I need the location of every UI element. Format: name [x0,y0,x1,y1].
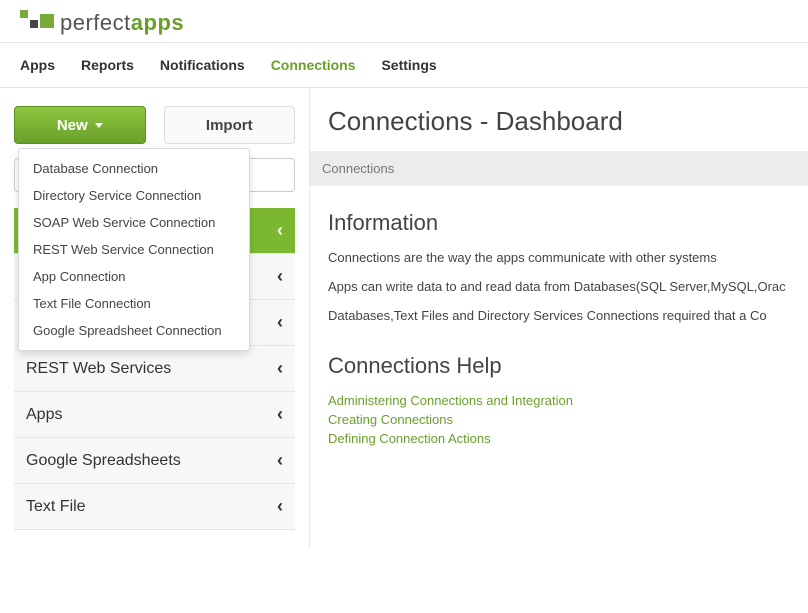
sidebar: New Import Database Connection Directory… [0,88,310,548]
help-link-creating[interactable]: Creating Connections [328,412,790,427]
dropdown-item-app[interactable]: App Connection [19,263,249,290]
new-button[interactable]: New [14,106,146,144]
help-links: Administering Connections and Integratio… [328,393,790,446]
main-content: Connections - Dashboard Connections Info… [310,88,808,548]
info-heading: Information [328,210,790,236]
info-text-3: Databases,Text Files and Directory Servi… [328,308,790,323]
accordion-item-textfile[interactable]: Text File ‹ [14,484,295,530]
logo-text: perfectapps [60,10,184,36]
accordion-label: REST Web Services [26,360,171,378]
logo-text-light: perfect [60,10,131,35]
accordion-item-google[interactable]: Google Spreadsheets ‹ [14,438,295,484]
dropdown-item-rest[interactable]: REST Web Service Connection [19,236,249,263]
logo-icon [20,10,54,36]
import-button[interactable]: Import [164,106,296,144]
nav-notifications[interactable]: Notifications [160,43,245,87]
chevron-left-icon: ‹ [277,404,283,425]
help-heading: Connections Help [328,353,790,379]
accordion-label: Apps [26,406,62,424]
chevron-left-icon: ‹ [277,220,283,241]
logo-text-bold: apps [131,10,184,35]
accordion-item-apps[interactable]: Apps ‹ [14,392,295,438]
dropdown-item-textfile[interactable]: Text File Connection [19,290,249,317]
help-link-admin[interactable]: Administering Connections and Integratio… [328,393,790,408]
nav-reports[interactable]: Reports [81,43,134,87]
chevron-left-icon: ‹ [277,496,283,517]
logo: perfectapps [20,10,788,36]
accordion-label: Google Spreadsheets [26,452,181,470]
new-dropdown: Database Connection Directory Service Co… [18,148,250,351]
info-text-1: Connections are the way the apps communi… [328,250,790,265]
nav-connections[interactable]: Connections [271,43,356,87]
nav-apps[interactable]: Apps [20,43,55,87]
top-nav: Apps Reports Notifications Connections S… [0,42,808,88]
dropdown-item-soap[interactable]: SOAP Web Service Connection [19,209,249,236]
dropdown-item-database[interactable]: Database Connection [19,155,249,182]
info-text-2: Apps can write data to and read data fro… [328,279,790,294]
chevron-left-icon: ‹ [277,266,283,287]
nav-settings[interactable]: Settings [381,43,436,87]
page-title: Connections - Dashboard [328,106,790,137]
accordion-item-rest[interactable]: REST Web Services ‹ [14,346,295,392]
caret-down-icon [95,123,103,128]
help-link-defining[interactable]: Defining Connection Actions [328,431,790,446]
breadcrumb: Connections [310,151,808,186]
chevron-left-icon: ‹ [277,358,283,379]
dropdown-item-google[interactable]: Google Spreadsheet Connection [19,317,249,344]
header: perfectapps [0,0,808,42]
new-button-label: New [57,117,88,134]
dropdown-item-directory[interactable]: Directory Service Connection [19,182,249,209]
chevron-left-icon: ‹ [277,450,283,471]
accordion-label: Text File [26,498,86,516]
chevron-left-icon: ‹ [277,312,283,333]
